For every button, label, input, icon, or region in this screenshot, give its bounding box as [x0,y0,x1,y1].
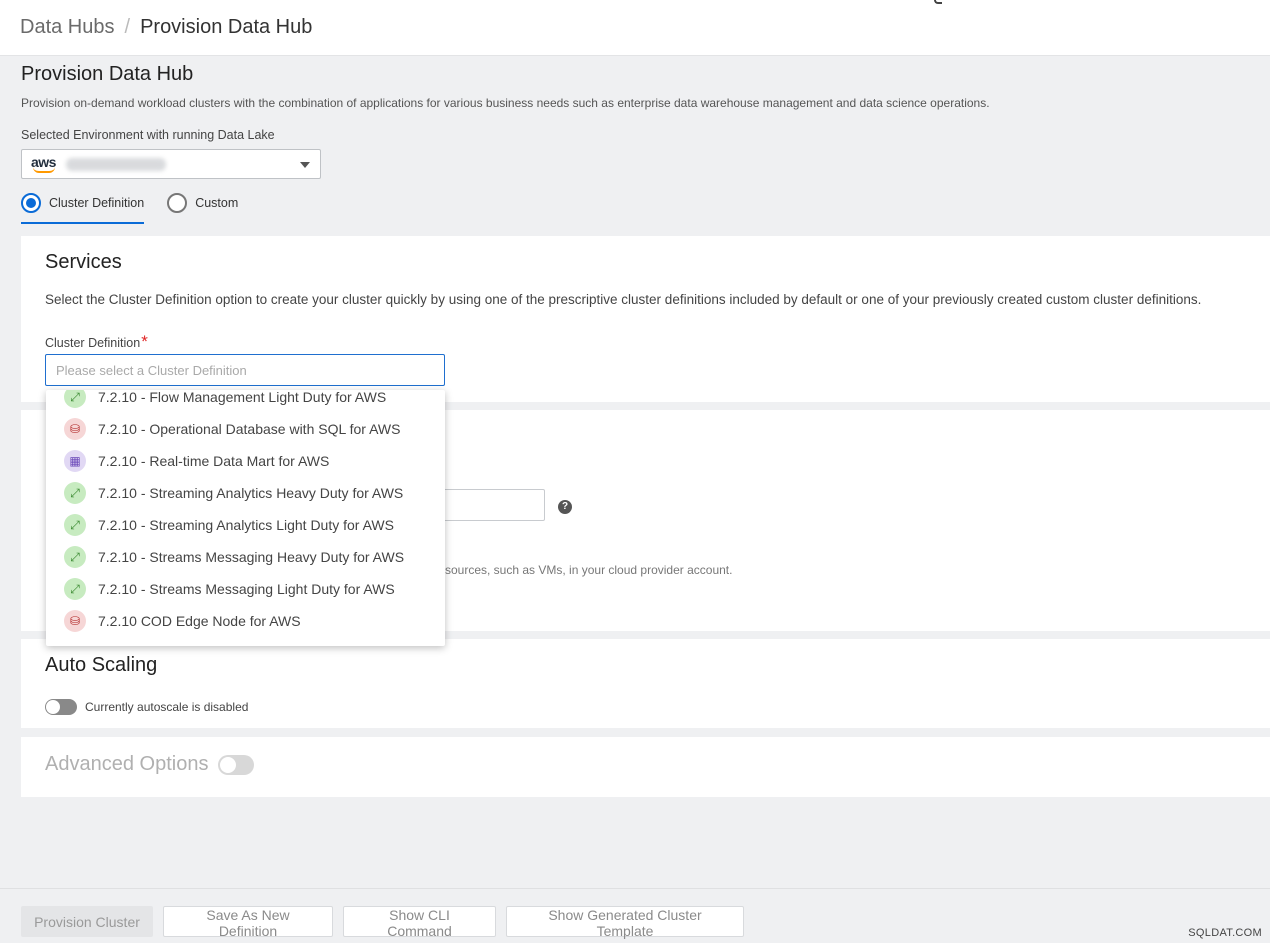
environment-label: Selected Environment with running Data L… [21,128,275,142]
aws-logo-icon: aws [31,154,59,174]
services-description: Select the Cluster Definition option to … [45,292,1202,307]
definition-mode-radio-group: Cluster Definition Custom [21,193,238,224]
dropdown-item-label: 7.2.10 COD Edge Node for AWS [98,613,301,629]
dropdown-item[interactable]: ⤢ 7.2.10 - Flow Management Light Duty for… [46,390,445,413]
cluster-name-input[interactable] [445,489,545,521]
services-title: Services [45,251,122,273]
advanced-options-section: Advanced Options [21,737,1270,797]
cluster-definition-list: ⤢ 7.2.10 - Flow Management Light Duty for… [46,390,445,637]
action-footer: Provision Cluster Save As New Definition… [0,888,1270,943]
cluster-definition-dropdown: ⤢ 7.2.10 - Flow Management Light Duty for… [46,390,445,646]
dropdown-item[interactable]: ⤢ 7.2.10 - Streams Messaging Heavy Duty f… [46,541,445,573]
breadcrumb-current: Provision Data Hub [140,16,313,38]
data-mart-icon: ▦ [64,450,86,472]
dropdown-item[interactable]: ⛁ 7.2.10 - Operational Database with SQL … [46,413,445,445]
save-as-new-definition-button[interactable]: Save As New Definition [163,906,333,939]
radio-custom[interactable]: Custom [167,193,238,224]
watermark: SQLDAT.COM [1188,927,1262,939]
auto-scaling-title: Auto Scaling [45,654,158,676]
radio-cluster-definition[interactable]: Cluster Definition [21,193,145,224]
dropdown-item[interactable]: ⤢ 7.2.10 - Streams Messaging Light Duty f… [46,573,445,605]
breadcrumb-separator: / [124,16,131,38]
dropdown-item[interactable]: ⛁ 7.2.10 COD Edge Node for AWS [46,605,445,637]
dropdown-item[interactable]: ▦ 7.2.10 - Real-time Data Mart for AWS [46,445,445,477]
top-bar: Data Hubs / Provision Data Hub [0,0,1270,56]
advanced-options-toggle[interactable] [218,755,254,775]
dropdown-item-label: 7.2.10 - Real-time Data Mart for AWS [98,453,330,469]
dropdown-item-label: 7.2.10 - Streams Messaging Light Duty fo… [98,581,395,597]
scale-arrow-icon: ⤢ [64,514,86,536]
provision-cluster-button[interactable]: Provision Cluster [21,906,153,937]
breadcrumb: Data Hubs / Provision Data Hub [20,16,312,39]
advanced-options-title: Advanced Options [45,753,209,775]
caret-down-icon [300,162,310,168]
page-title: Provision Data Hub [21,63,194,85]
services-section: Services Select the Cluster Definition o… [21,236,1270,402]
radio-checked-icon [21,193,41,213]
database-icon: ⛁ [64,418,86,440]
show-generated-cluster-template-button[interactable]: Show Generated Cluster Template [506,906,744,939]
radio-custom-label: Custom [195,196,239,210]
autoscale-status-text: Currently autoscale is disabled [85,700,249,714]
dropdown-item-label: 7.2.10 - Streaming Analytics Heavy Duty … [98,485,404,501]
cluster-definition-label: Cluster Definition* [45,332,148,351]
dropdown-item-label: 7.2.10 - Flow Management Light Duty for … [98,390,387,405]
scale-arrow-icon: ⤢ [64,390,86,408]
help-icon[interactable]: ? [558,500,572,514]
scale-arrow-icon: ⤢ [64,482,86,504]
mouse-cursor-icon [934,0,942,4]
tags-hint-text: sources, such as VMs, in your cloud prov… [445,563,733,577]
scale-arrow-icon: ⤢ [64,546,86,568]
radio-cluster-definition-label: Cluster Definition [49,196,145,210]
page-description: Provision on-demand workload clusters wi… [21,96,990,110]
environment-select[interactable]: aws [21,149,321,179]
dropdown-item-label: 7.2.10 - Operational Database with SQL f… [98,421,401,437]
database-icon: ⛁ [64,610,86,632]
cluster-definition-input[interactable] [45,354,445,386]
required-asterisk: * [141,332,148,351]
breadcrumb-data-hubs-link[interactable]: Data Hubs [20,16,115,39]
scale-arrow-icon: ⤢ [64,578,86,600]
show-cli-command-button[interactable]: Show CLI Command [343,906,496,939]
radio-unchecked-icon [167,193,188,213]
dropdown-item[interactable]: ⤢ 7.2.10 - Streaming Analytics Heavy Duty… [46,477,445,509]
autoscale-toggle[interactable] [45,699,77,715]
dropdown-item-label: 7.2.10 - Streams Messaging Heavy Duty fo… [98,549,405,565]
environment-name-blurred [66,158,166,171]
dropdown-item[interactable]: ⤢ 7.2.10 - Streaming Analytics Light Duty… [46,509,445,541]
dropdown-item-label: 7.2.10 - Streaming Analytics Light Duty … [98,517,394,533]
auto-scaling-section: Auto Scaling Currently autoscale is disa… [21,639,1270,728]
